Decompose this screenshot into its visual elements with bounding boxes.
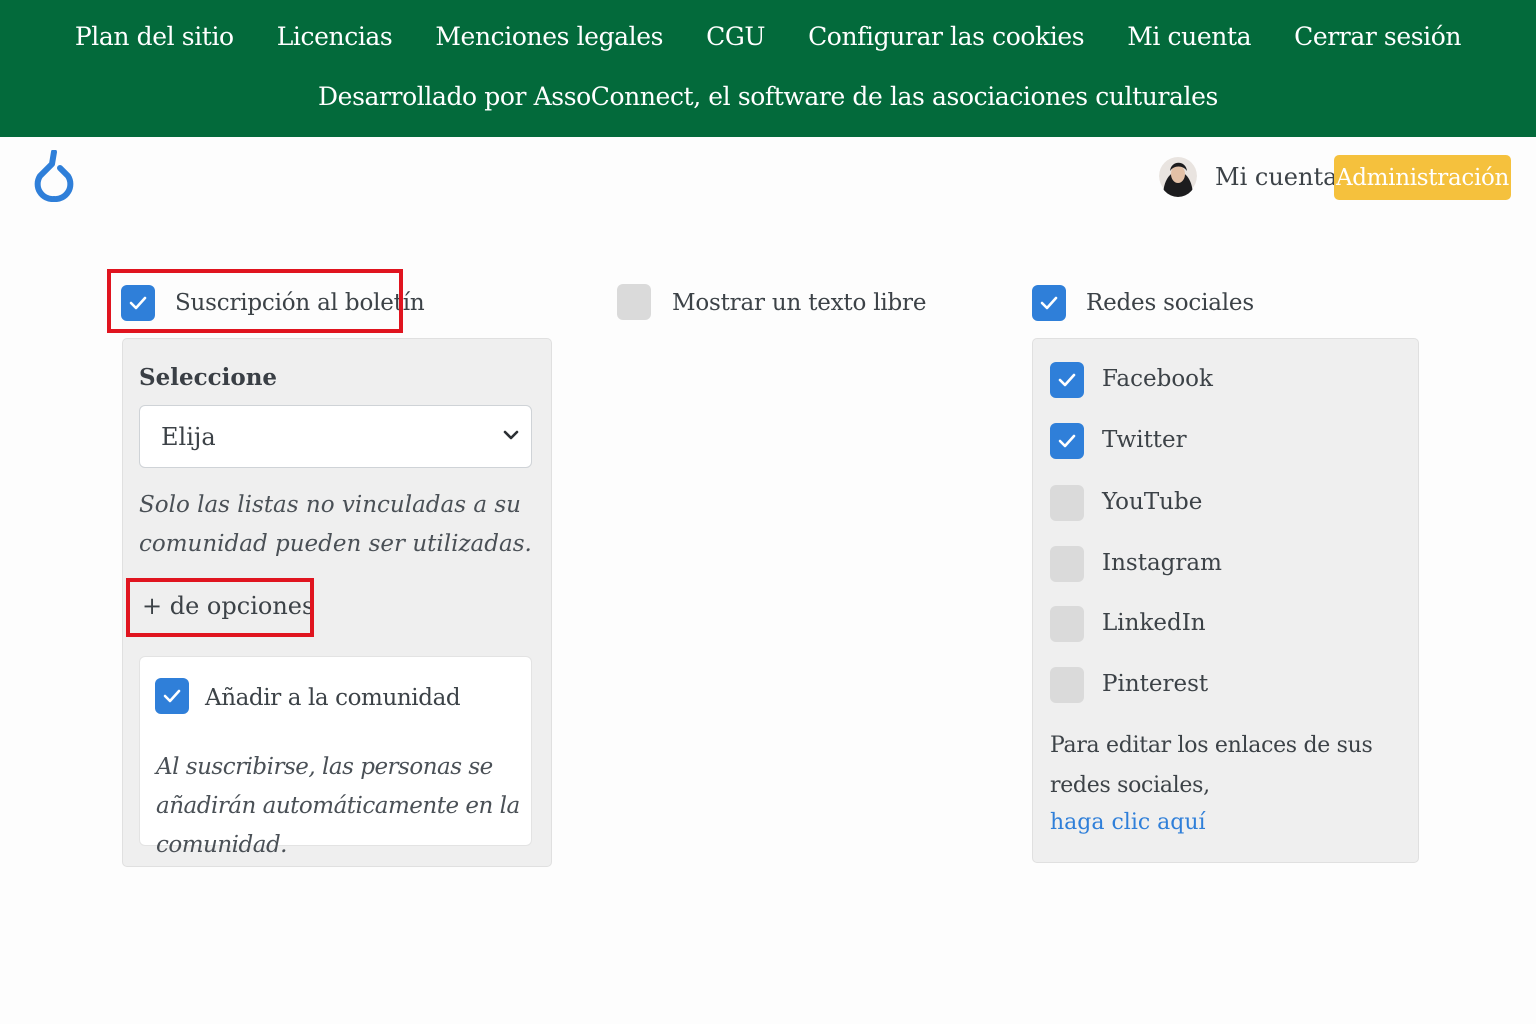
list-select-value: Elija (161, 423, 216, 451)
add-to-community-hint: Al suscribirse, las personas se añadirán… (156, 754, 520, 858)
free-text-label: Mostrar un texto libre (672, 290, 927, 316)
edit-social-links-link[interactable]: haga clic aquí (1050, 810, 1206, 835)
add-to-community-checkbox[interactable] (155, 678, 189, 714)
checkmark-icon (1040, 296, 1058, 310)
social-row-linkedin: LinkedIn (1050, 606, 1390, 646)
checkmark-icon (129, 296, 147, 310)
twitter-label: Twitter (1102, 427, 1187, 453)
social-networks-label: Redes sociales (1086, 290, 1254, 316)
list-hint: Solo las listas no vinculadas a su comun… (139, 492, 532, 557)
checkmark-icon (163, 689, 181, 703)
checkmark-icon (1058, 373, 1076, 387)
user-avatar[interactable] (1159, 155, 1197, 197)
youtube-label: YouTube (1102, 489, 1203, 515)
administration-button[interactable]: Administración (1334, 155, 1511, 200)
facebook-checkbox[interactable] (1050, 362, 1084, 398)
facebook-label: Facebook (1102, 366, 1213, 392)
banner-link-configurar-cookies[interactable]: Configurar las cookies (808, 22, 1085, 51)
select-title: Seleccione (139, 364, 278, 391)
social-row-pinterest: Pinterest (1050, 667, 1390, 707)
instagram-label: Instagram (1102, 550, 1222, 576)
instagram-checkbox[interactable] (1050, 546, 1084, 582)
youtube-checkbox[interactable] (1050, 485, 1084, 521)
social-row-youtube: YouTube (1050, 485, 1390, 525)
pinterest-label: Pinterest (1102, 671, 1209, 697)
banner-link-cerrar-sesion[interactable]: Cerrar sesión (1294, 22, 1461, 51)
chevron-down-icon (503, 430, 519, 440)
banner-nav: Plan del sitio Licencias Menciones legal… (0, 22, 1536, 51)
banner-link-cgu[interactable]: CGU (706, 22, 765, 51)
linkedin-label: LinkedIn (1102, 610, 1206, 636)
assoconnect-logo-icon[interactable] (32, 149, 76, 203)
newsletter-label: Suscripción al boletín (175, 290, 425, 316)
edit-social-links-text: Para editar los enlaces de sus redes soc… (1050, 733, 1373, 798)
footer-banner: Plan del sitio Licencias Menciones legal… (0, 0, 1536, 137)
my-account-link[interactable]: Mi cuenta (1215, 163, 1337, 191)
add-to-community-label: Añadir a la comunidad (205, 685, 461, 711)
list-select[interactable]: Elija (139, 405, 532, 468)
social-row-facebook: Facebook (1050, 362, 1390, 402)
banner-link-plan-del-sitio[interactable]: Plan del sitio (75, 22, 234, 51)
social-networks-checkbox[interactable] (1032, 285, 1066, 321)
banner-link-menciones-legales[interactable]: Menciones legales (435, 22, 663, 51)
banner-link-licencias[interactable]: Licencias (277, 22, 393, 51)
powered-by-link[interactable]: Desarrollado por AssoConnect, el softwar… (0, 82, 1536, 111)
checkmark-icon (1058, 434, 1076, 448)
social-row-twitter: Twitter (1050, 423, 1390, 463)
pinterest-checkbox[interactable] (1050, 667, 1084, 703)
banner-link-mi-cuenta[interactable]: Mi cuenta (1127, 22, 1251, 51)
free-text-checkbox[interactable] (617, 284, 651, 320)
more-options-link[interactable]: + de opciones (142, 592, 314, 620)
newsletter-checkbox[interactable] (121, 285, 155, 321)
linkedin-checkbox[interactable] (1050, 606, 1084, 642)
twitter-checkbox[interactable] (1050, 423, 1084, 459)
social-row-instagram: Instagram (1050, 546, 1390, 586)
